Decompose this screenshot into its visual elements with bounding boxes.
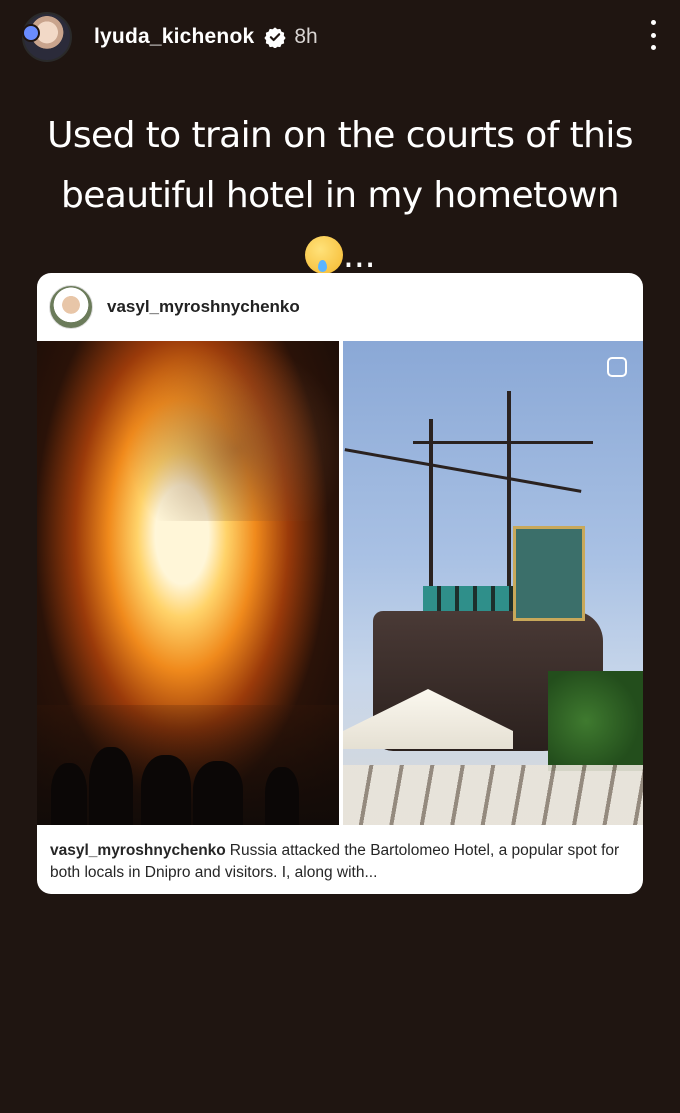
- person-silhouette: [51, 763, 87, 825]
- carousel-icon: [607, 357, 627, 377]
- shared-post-avatar[interactable]: [49, 285, 93, 329]
- person-silhouette: [193, 761, 243, 825]
- story-username[interactable]: lyuda_kichenok: [94, 25, 254, 49]
- story-caption: Used to train on the courts of this beau…: [40, 106, 640, 286]
- shared-post-username[interactable]: vasyl_myroshnychenko: [107, 297, 300, 317]
- ship-yard: [413, 441, 593, 444]
- burning-ship-photo: [37, 341, 339, 825]
- pirate-ship-hotel-photo: [343, 341, 643, 825]
- shared-post-header: vasyl_myroshnychenko: [37, 273, 643, 341]
- person-silhouette: [265, 767, 299, 825]
- shared-post-caption-username[interactable]: vasyl_myroshnychenko: [50, 842, 226, 859]
- shared-post-card[interactable]: vasyl_myroshnychenko vasyl_myroshnychenk…: [37, 273, 643, 894]
- trees: [548, 671, 643, 771]
- story-caption-ellipsis: ...: [342, 235, 376, 276]
- close-friends-icon: [22, 24, 40, 42]
- story-header: lyuda_kichenok 8h: [22, 12, 658, 62]
- sun-loungers: [343, 765, 643, 825]
- more-options-icon[interactable]: [648, 20, 658, 50]
- story-avatar[interactable]: [22, 12, 72, 62]
- shared-post-images[interactable]: [37, 341, 643, 825]
- ship-mast: [507, 391, 511, 601]
- ship-yard: [344, 448, 582, 493]
- verified-badge-icon: [264, 27, 287, 48]
- smoke-shape: [127, 341, 339, 521]
- shared-post-caption: vasyl_myroshnychenko Russia attacked the …: [50, 840, 629, 884]
- story-timestamp: 8h: [294, 25, 318, 48]
- ship-stern: [513, 526, 585, 621]
- person-silhouette: [89, 747, 133, 825]
- face-holding-back-tears-icon: [304, 236, 343, 274]
- person-silhouette: [141, 755, 191, 825]
- story-caption-text: Used to train on the courts of this beau…: [47, 115, 633, 216]
